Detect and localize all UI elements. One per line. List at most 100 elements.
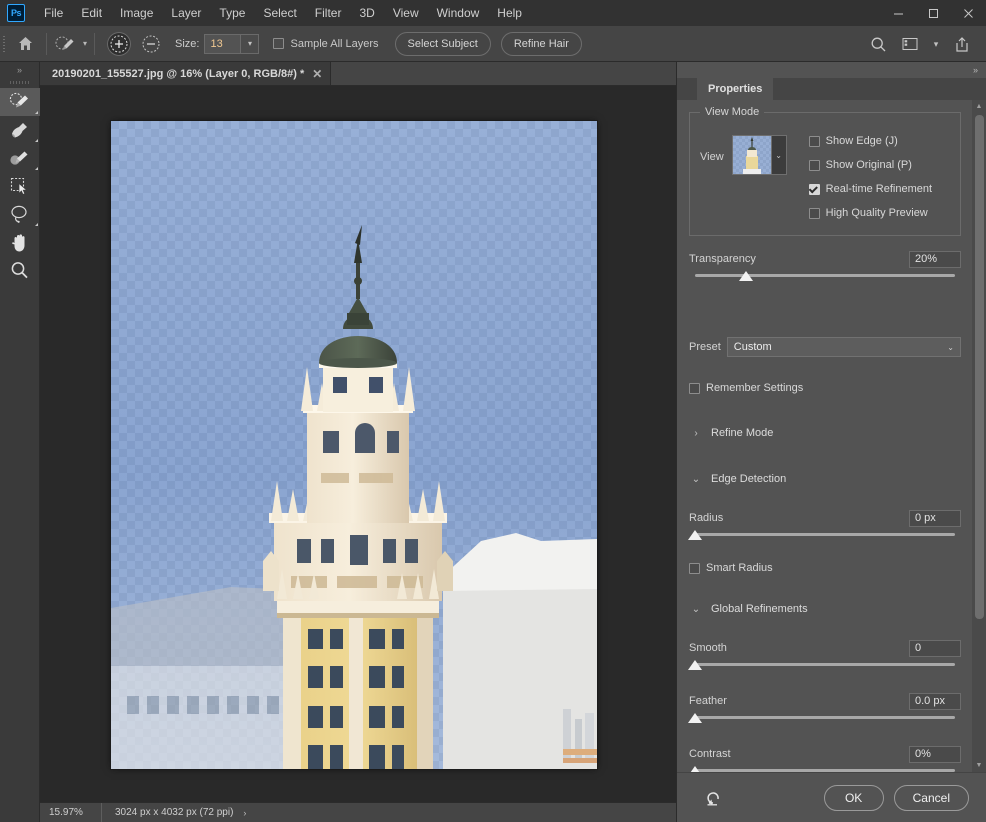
sample-all-layers-checkbox[interactable] (273, 38, 285, 49)
menu-item-3d[interactable]: 3D (350, 0, 383, 26)
refine-mode-section-header[interactable]: › Refine Mode (689, 423, 961, 443)
maximize-button[interactable] (916, 0, 951, 26)
preset-value: Custom (733, 341, 772, 353)
smooth-slider-track (695, 663, 955, 666)
sidebar-item-zoom-tool[interactable] (0, 256, 40, 284)
contrast-input[interactable]: 0% (909, 745, 961, 763)
high-quality-preview-row[interactable]: High Quality Preview (808, 201, 932, 225)
remember-settings-row[interactable]: Remember Settings (689, 379, 961, 397)
menu-item-file[interactable]: File (35, 0, 72, 26)
transparency-input[interactable]: 20% (909, 250, 961, 268)
scroll-up-arrow-icon[interactable]: ▲ (972, 100, 986, 113)
show-edge-checkbox[interactable] (808, 135, 820, 147)
menu-item-view[interactable]: View (384, 0, 428, 26)
subtract-from-selection-button[interactable] (138, 31, 164, 57)
scrollbar-track[interactable] (972, 113, 986, 759)
sidebar-item-blur-tool[interactable] (0, 144, 40, 172)
smooth-slider[interactable] (688, 659, 961, 673)
radius-row: Radius 0 px (688, 509, 961, 543)
select-subject-button[interactable]: Select Subject (394, 31, 491, 56)
chevron-down-icon: ⌄ (947, 342, 954, 352)
status-document-dimensions: 3024 px x 4032 px (72 ppi) (115, 807, 234, 818)
feather-slider-thumb[interactable] (688, 713, 702, 723)
refine-hair-button[interactable]: Refine Hair (500, 31, 582, 56)
smooth-label: Smooth (689, 642, 727, 654)
sidebar-item-history-brush-tool[interactable] (0, 116, 40, 144)
scrollbar-thumb[interactable] (975, 115, 984, 619)
feather-slider[interactable] (688, 712, 961, 726)
sample-all-layers-row[interactable]: Sample All Layers (273, 38, 379, 50)
transparency-slider-thumb[interactable] (738, 271, 753, 281)
menu-item-edit[interactable]: Edit (72, 0, 111, 26)
sidebar-item-move-tool[interactable] (0, 172, 40, 200)
cancel-button[interactable]: Cancel (893, 784, 969, 811)
close-button[interactable] (951, 0, 986, 26)
brush-size-input[interactable]: 13 (204, 33, 241, 54)
panel-scrollbar[interactable]: ▲ ▼ (972, 100, 986, 772)
remember-settings-checkbox[interactable] (689, 382, 700, 394)
image-canvas[interactable] (111, 121, 597, 769)
menu-item-window[interactable]: Window (428, 0, 489, 26)
menu-item-type[interactable]: Type (210, 0, 254, 26)
workspace-switcher-button[interactable] (897, 31, 923, 57)
workspace-switcher-icon (902, 38, 918, 50)
smart-radius-row[interactable]: Smart Radius (689, 559, 961, 577)
smooth-slider-thumb[interactable] (688, 660, 702, 670)
panel-footer-buttons: OK Cancel (823, 784, 969, 811)
document-tab-bar: 20190201_155527.jpg @ 16% (Layer 0, RGB/… (40, 62, 676, 86)
menu-item-image[interactable]: Image (111, 0, 162, 26)
smart-radius-checkbox[interactable] (689, 562, 700, 574)
share-button[interactable] (949, 31, 975, 57)
panel-collapse-button[interactable]: » (973, 65, 978, 75)
tab-properties[interactable]: Properties (697, 78, 774, 100)
high-quality-preview-checkbox[interactable] (808, 207, 820, 219)
preset-select[interactable]: Custom ⌄ (726, 337, 961, 357)
home-button[interactable] (12, 31, 38, 57)
contrast-slider[interactable] (688, 765, 961, 772)
show-original-row[interactable]: Show Original (P) (808, 153, 932, 177)
status-expand-icon[interactable]: › (243, 808, 246, 818)
global-refinements-section-header[interactable]: ⌄ Global Refinements (689, 599, 961, 619)
radius-slider-thumb[interactable] (688, 530, 702, 540)
chevron-right-icon: › (694, 427, 698, 439)
sidebar-item-lasso-tool[interactable] (0, 200, 40, 228)
feather-input[interactable]: 0.0 px (909, 692, 961, 710)
menu-item-layer[interactable]: Layer (162, 0, 210, 26)
menu-item-help[interactable]: Help (488, 0, 531, 26)
canvas-workspace[interactable] (40, 86, 676, 802)
sidebar-item-hand-tool[interactable] (0, 228, 40, 256)
document-tab-close-icon[interactable]: ✕ (312, 68, 322, 80)
reset-button[interactable] (701, 786, 725, 810)
view-preview-dropdown-icon[interactable]: ⌄ (770, 136, 786, 174)
brush-size-dropdown[interactable]: ▾ (240, 33, 260, 54)
edge-detection-section-header[interactable]: ⌄ Edge Detection (689, 469, 961, 489)
status-zoom-level[interactable]: 15.97% (40, 802, 102, 822)
menu-item-filter[interactable]: Filter (306, 0, 351, 26)
sidebar-item-quick-selection-tool[interactable] (0, 88, 40, 116)
brush-preset-picker[interactable]: ▾ (52, 31, 89, 57)
add-to-selection-button[interactable] (106, 31, 132, 57)
realtime-refinement-row[interactable]: Real-time Refinement (808, 177, 932, 201)
transparency-slider[interactable] (689, 270, 961, 284)
workspace-dropdown[interactable]: ▾ (929, 31, 943, 57)
options-bar-right-tools: ▾ (862, 26, 978, 62)
scroll-down-arrow-icon[interactable]: ▼ (972, 759, 986, 772)
search-button[interactable] (865, 31, 891, 57)
show-edge-row[interactable]: Show Edge (J) (808, 129, 932, 153)
photoshop-logo-icon: Ps (7, 4, 25, 22)
menu-item-select[interactable]: Select (254, 0, 305, 26)
options-bar-grip[interactable] (0, 26, 9, 62)
realtime-refinement-checkbox[interactable] (808, 183, 820, 195)
tools-collapse-button[interactable]: » (0, 62, 39, 78)
ok-button[interactable]: OK (823, 784, 884, 811)
show-original-checkbox[interactable] (808, 159, 820, 171)
window-controls (881, 0, 986, 26)
minimize-button[interactable] (881, 0, 916, 26)
document-tab[interactable]: 20190201_155527.jpg @ 16% (Layer 0, RGB/… (40, 62, 332, 85)
view-preview-picker[interactable]: ⌄ (731, 135, 787, 175)
radius-input[interactable]: 0 px (909, 509, 961, 527)
smooth-input[interactable]: 0 (909, 639, 961, 657)
radius-slider[interactable] (688, 529, 961, 543)
tools-panel-grip[interactable] (0, 78, 39, 88)
radius-label: Radius (689, 512, 724, 524)
